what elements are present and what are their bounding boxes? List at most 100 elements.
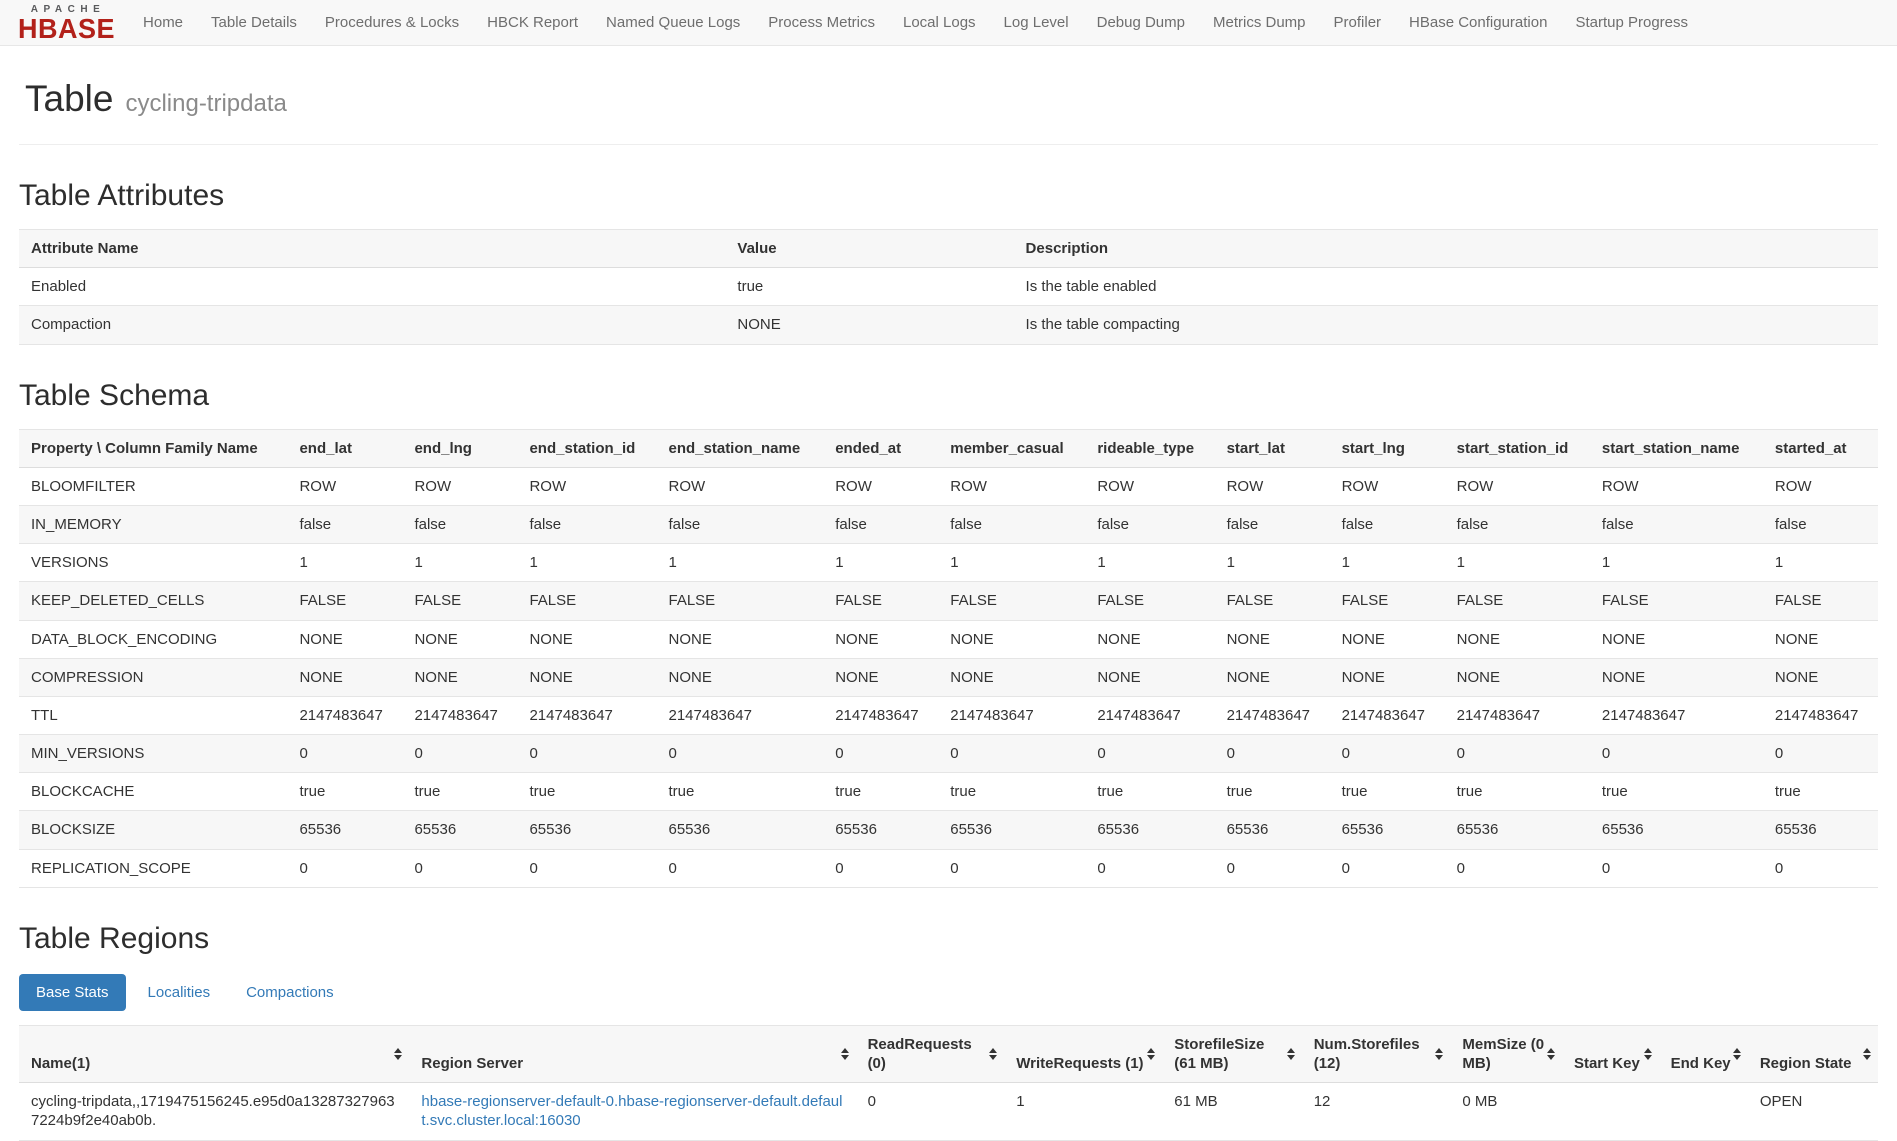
sort-icon <box>1733 1048 1741 1060</box>
regions-tabs: Base StatsLocalitiesCompactions <box>19 974 1878 1011</box>
schema-col-start-station-name: start_station_name <box>1590 429 1763 467</box>
navbar-menu: HomeTable DetailsProcedures & LocksHBCK … <box>129 0 1702 45</box>
regions-col-memsize-0-mb[interactable]: MemSize (0 MB) <box>1450 1025 1562 1082</box>
schema-property-name: KEEP_DELETED_CELLS <box>19 582 287 620</box>
nav-item-hbck-report[interactable]: HBCK Report <box>473 0 592 45</box>
region-start-key <box>1562 1083 1659 1140</box>
schema-property-name: VERSIONS <box>19 544 287 582</box>
schema-row-blocksize: BLOCKSIZE6553665536655366553665536655366… <box>19 811 1878 849</box>
region-write-requests: 1 <box>1004 1083 1162 1140</box>
nav-item-log-level[interactable]: Log Level <box>990 0 1083 45</box>
nav-item-table-details[interactable]: Table Details <box>197 0 311 45</box>
schema-body: BLOOMFILTERROWROWROWROWROWROWROWROWROWRO… <box>19 467 1878 887</box>
schema-property-value: true <box>823 773 938 811</box>
schema-property-value: 0 <box>657 735 824 773</box>
schema-property-value: 2147483647 <box>823 696 938 734</box>
regions-col-label: ReadRequests (0) <box>868 1036 972 1072</box>
schema-property-value: NONE <box>1330 620 1445 658</box>
regions-col-name-1[interactable]: Name(1) <box>19 1025 409 1082</box>
schema-property-value: NONE <box>1763 620 1878 658</box>
regions-col-end-key[interactable]: End Key <box>1659 1025 1748 1082</box>
schema-property-value: NONE <box>823 620 938 658</box>
schema-property-value: true <box>517 773 656 811</box>
sort-down-arrow <box>1733 1055 1741 1060</box>
nav-item-procedures-locks[interactable]: Procedures & Locks <box>311 0 473 45</box>
schema-property-value: FALSE <box>1085 582 1214 620</box>
schema-property-value: 0 <box>1085 735 1214 773</box>
tab-localities[interactable]: Localities <box>134 974 225 1011</box>
schema-property-value: 65536 <box>1590 811 1763 849</box>
schema-col-end-lat: end_lat <box>287 429 402 467</box>
regions-col-writerequests-1[interactable]: WriteRequests (1) <box>1004 1025 1162 1082</box>
tab-compactions[interactable]: Compactions <box>232 974 348 1011</box>
schema-property-value: 0 <box>1445 849 1590 887</box>
schema-col-end-station-id: end_station_id <box>517 429 656 467</box>
schema-property-value: 0 <box>517 849 656 887</box>
schema-col-rideable-type: rideable_type <box>1085 429 1214 467</box>
navbar: APACHE HBASE HomeTable DetailsProcedures… <box>0 0 1897 46</box>
nav-item-debug-dump[interactable]: Debug Dump <box>1083 0 1199 45</box>
schema-col-start-lat: start_lat <box>1215 429 1330 467</box>
nav-item-process-metrics[interactable]: Process Metrics <box>754 0 889 45</box>
schema-property-value: 0 <box>517 735 656 773</box>
schema-header-row: Property \ Column Family Nameend_latend_… <box>19 429 1878 467</box>
attributes-heading: Table Attributes <box>19 179 1878 213</box>
schema-property-value: 1 <box>1445 544 1590 582</box>
schema-property-value: FALSE <box>1590 582 1763 620</box>
schema-property-value: NONE <box>517 620 656 658</box>
nav-item-metrics-dump[interactable]: Metrics Dump <box>1199 0 1320 45</box>
regions-col-num-storefiles-12[interactable]: Num.Storefiles (12) <box>1302 1025 1451 1082</box>
schema-property-value: false <box>1330 505 1445 543</box>
tab-base-stats[interactable]: Base Stats <box>19 974 126 1011</box>
nav-item-hbase-configuration[interactable]: HBase Configuration <box>1395 0 1561 45</box>
schema-property-name: IN_MEMORY <box>19 505 287 543</box>
schema-property-value: ROW <box>402 467 517 505</box>
sort-icon <box>1147 1048 1155 1060</box>
schema-col-start-station-id: start_station_id <box>1445 429 1590 467</box>
hbase-logo[interactable]: APACHE HBASE <box>18 3 115 43</box>
schema-property-value: 1 <box>1085 544 1214 582</box>
regions-heading: Table Regions <box>19 922 1878 956</box>
nav-item-named-queue-logs[interactable]: Named Queue Logs <box>592 0 754 45</box>
schema-property-value: ROW <box>938 467 1085 505</box>
schema-property-value: false <box>1763 505 1878 543</box>
schema-property-value: NONE <box>1215 620 1330 658</box>
page-title: Table <box>25 78 113 120</box>
nav-item-local-logs[interactable]: Local Logs <box>889 0 990 45</box>
regions-col-label: Name(1) <box>31 1055 90 1072</box>
schema-property-value: false <box>1085 505 1214 543</box>
sort-up-arrow <box>1733 1048 1741 1053</box>
schema-property-value: NONE <box>657 658 824 696</box>
regions-col-region-server[interactable]: Region Server <box>409 1025 855 1082</box>
nav-item-profiler[interactable]: Profiler <box>1320 0 1396 45</box>
page-content: Table cycling-tripdata Table Attributes … <box>0 78 1897 1141</box>
nav-item-startup-progress[interactable]: Startup Progress <box>1561 0 1702 45</box>
schema-col-start-lng: start_lng <box>1330 429 1445 467</box>
schema-property-value: NONE <box>287 620 402 658</box>
sort-icon <box>841 1048 849 1060</box>
schema-property-value: NONE <box>823 658 938 696</box>
schema-property-value: true <box>287 773 402 811</box>
sort-icon <box>1287 1048 1295 1060</box>
schema-property-value: true <box>1445 773 1590 811</box>
regions-col-start-key[interactable]: Start Key <box>1562 1025 1659 1082</box>
schema-row-blockcache: BLOCKCACHEtruetruetruetruetruetruetruetr… <box>19 773 1878 811</box>
attribute-value: true <box>725 268 1013 306</box>
sort-down-arrow <box>1287 1055 1295 1060</box>
schema-property-value: FALSE <box>938 582 1085 620</box>
region-mem-size: 0 MB <box>1450 1083 1562 1140</box>
schema-property-value: true <box>1330 773 1445 811</box>
region-server-link[interactable]: hbase-regionserver-default-0.hbase-regio… <box>421 1093 842 1129</box>
schema-property-value: 1 <box>517 544 656 582</box>
sort-up-arrow <box>1863 1048 1871 1053</box>
schema-row-ttl: TTL2147483647214748364721474836472147483… <box>19 696 1878 734</box>
regions-col-label: StorefileSize (61 MB) <box>1174 1036 1264 1072</box>
regions-col-storefilesize-61-mb[interactable]: StorefileSize (61 MB) <box>1162 1025 1301 1082</box>
sort-up-arrow <box>1435 1048 1443 1053</box>
regions-col-readrequests-0[interactable]: ReadRequests (0) <box>856 1025 1005 1082</box>
nav-item-home[interactable]: Home <box>129 0 197 45</box>
regions-table: Name(1) Region Server ReadRequests (0) Writ… <box>19 1025 1878 1141</box>
regions-col-region-state[interactable]: Region State <box>1748 1025 1878 1082</box>
schema-row-keep-deleted-cells: KEEP_DELETED_CELLSFALSEFALSEFALSEFALSEFA… <box>19 582 1878 620</box>
sort-icon <box>1863 1048 1871 1060</box>
